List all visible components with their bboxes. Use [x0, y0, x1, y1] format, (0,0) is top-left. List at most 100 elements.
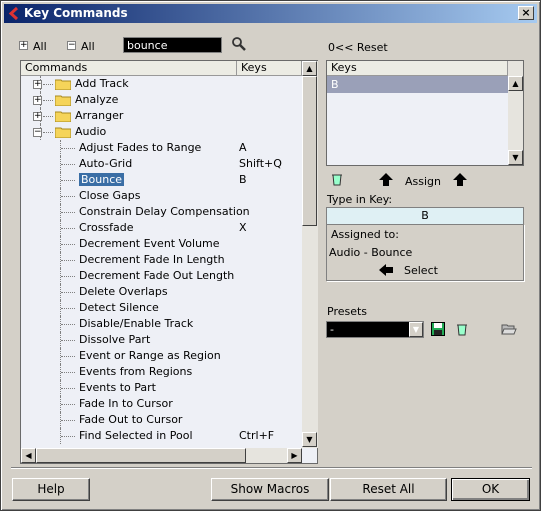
expand-toggle-icon[interactable]: + — [33, 96, 42, 105]
scroll-up-arrow-icon[interactable]: ▲ — [302, 61, 317, 76]
tree-folder-row[interactable]: − Audio — [21, 124, 302, 140]
tree-command-label: Find Selected in Pool — [79, 429, 193, 442]
tree-command-key: Ctrl+F — [239, 429, 275, 442]
tree-command-row[interactable]: Events to Part — [21, 380, 302, 396]
expand-toggle-icon[interactable]: + — [33, 80, 42, 89]
cubase-logo-icon — [8, 7, 19, 20]
column-header-commands[interactable]: Commands — [21, 61, 237, 76]
keys-list-header: Keys — [327, 61, 508, 76]
tree-command-label: Event or Range as Region — [79, 349, 221, 362]
tree-command-label: Decrement Fade In Length — [79, 253, 225, 266]
tree-folder-label: Analyze — [75, 93, 119, 106]
tree-command-row[interactable]: Fade Out to Cursor — [21, 412, 302, 428]
keys-list-item[interactable]: B — [327, 76, 508, 93]
tree-rows: + Add Track + Analyze + Arranger − Audio… — [21, 76, 302, 448]
delete-preset-icon[interactable] — [455, 322, 469, 336]
column-header-keys[interactable]: Keys — [237, 61, 302, 76]
tree-command-key: X — [239, 221, 247, 234]
footer-divider — [11, 467, 532, 469]
assign-up-arrow-right-icon[interactable] — [453, 173, 467, 186]
folder-icon — [55, 127, 71, 138]
tree-command-row[interactable]: Dissolve Part — [21, 332, 302, 348]
tree-command-label: Decrement Fade Out Length — [79, 269, 235, 282]
minus-box-icon: − — [67, 40, 76, 50]
folder-icon — [55, 79, 71, 90]
reset-button[interactable]: 0<< Reset — [328, 41, 388, 54]
tree-command-label: Fade Out to Cursor — [79, 413, 183, 426]
tree-command-row[interactable]: Events from Regions — [21, 364, 302, 380]
window-title: Key Commands — [24, 6, 128, 20]
tree-vertical-scrollbar[interactable]: ▲ ▼ — [302, 61, 318, 448]
tree-horizontal-scrollbar[interactable]: ◀ ▶ — [21, 448, 302, 463]
presets-select-value: - — [330, 323, 334, 336]
tree-command-label: Adjust Fades to Range — [79, 141, 202, 154]
assigned-to-label: Assigned to: — [331, 228, 399, 241]
presets-label: Presets — [327, 305, 368, 318]
keys-scroll-down-icon[interactable]: ▼ — [508, 150, 523, 165]
close-button[interactable]: × — [518, 6, 534, 20]
key-input-field[interactable]: B — [326, 207, 524, 225]
key-commands-window: Key Commands × + All − All 0<< Reset Com… — [0, 0, 541, 511]
assigned-to-panel: Assigned to: Audio - Bounce Select — [326, 224, 524, 281]
presets-select[interactable]: - ▼ — [326, 321, 424, 338]
tree-command-row[interactable]: Crossfade X — [21, 220, 302, 236]
type-in-key-label: Type in Key: — [327, 193, 393, 206]
assign-up-arrow-icon[interactable] — [379, 173, 393, 186]
tree-command-row[interactable]: Disable/Enable Track — [21, 316, 302, 332]
collapse-all-label: All — [81, 40, 95, 53]
tree-command-row[interactable]: Decrement Fade In Length — [21, 252, 302, 268]
folder-icon — [55, 111, 71, 122]
remove-key-icon[interactable] — [330, 172, 344, 186]
tree-command-row[interactable]: Decrement Fade Out Length — [21, 268, 302, 284]
tree-command-label: Close Gaps — [79, 189, 141, 202]
assigned-to-value: Audio - Bounce — [329, 246, 413, 259]
tree-command-row[interactable]: Adjust Fades to Range A — [21, 140, 302, 156]
collapse-all-button[interactable]: − All — [67, 40, 97, 53]
assign-button[interactable]: Assign — [405, 175, 441, 188]
keys-list: Keys B ▲ ▼ — [326, 60, 524, 166]
expand-all-label: All — [33, 40, 47, 53]
keys-scroll-up-icon[interactable]: ▲ — [508, 76, 523, 91]
tree-command-row[interactable]: Delete Overlaps — [21, 284, 302, 300]
scroll-down-arrow-icon[interactable]: ▼ — [302, 432, 317, 447]
scroll-left-arrow-icon[interactable]: ◀ — [21, 448, 36, 463]
select-button[interactable]: Select — [404, 264, 438, 277]
chevron-down-icon[interactable]: ▼ — [409, 322, 423, 337]
expand-toggle-icon[interactable]: + — [33, 112, 42, 121]
expand-all-button[interactable]: + All — [19, 40, 49, 53]
tree-command-row[interactable]: Decrement Event Volume — [21, 236, 302, 252]
folder-icon — [55, 95, 71, 106]
tree-command-row[interactable]: Detect Silence — [21, 300, 302, 316]
scroll-right-arrow-icon[interactable]: ▶ — [287, 448, 302, 463]
tree-command-row[interactable]: Find Selected in Pool Ctrl+F — [21, 428, 302, 444]
tree-command-row[interactable]: Bounce B — [21, 172, 302, 188]
command-tree: Commands Keys + Add Track + Analyze + Ar… — [20, 60, 318, 464]
select-left-arrow-icon[interactable] — [379, 264, 393, 276]
tree-command-label: Bounce — [79, 173, 125, 186]
collapse-toggle-icon[interactable]: − — [33, 128, 42, 137]
tree-folder-row[interactable]: + Analyze — [21, 92, 302, 108]
help-button[interactable]: Help — [12, 478, 90, 501]
scroll-thumb[interactable] — [302, 76, 317, 226]
tree-command-row[interactable]: Event or Range as Region — [21, 348, 302, 364]
key-input-value: B — [421, 209, 429, 222]
horizontal-scroll-thumb[interactable] — [36, 448, 246, 463]
save-preset-icon[interactable] — [431, 322, 445, 336]
open-folder-icon[interactable] — [501, 322, 517, 336]
tree-command-row[interactable]: Fade In to Cursor — [21, 396, 302, 412]
show-macros-button[interactable]: Show Macros — [211, 478, 329, 501]
search-icon[interactable] — [231, 36, 247, 52]
ok-button[interactable]: OK — [451, 478, 530, 501]
tree-command-label: Decrement Event Volume — [79, 237, 220, 250]
tree-command-row[interactable]: Constrain Delay Compensation — [21, 204, 302, 220]
tree-folder-row[interactable]: + Add Track — [21, 76, 302, 92]
tree-command-label: Fade In to Cursor — [79, 397, 173, 410]
tree-folder-label: Audio — [75, 125, 107, 138]
tree-command-label: Events to Part — [79, 381, 156, 394]
reset-all-button[interactable]: Reset All — [330, 478, 447, 501]
search-input[interactable] — [123, 37, 222, 53]
tree-command-row[interactable]: Close Gaps — [21, 188, 302, 204]
tree-command-row[interactable]: Auto-Grid Shift+Q — [21, 156, 302, 172]
tree-folder-row[interactable]: + Arranger — [21, 108, 302, 124]
keys-list-scrollbar[interactable]: ▲ ▼ — [508, 61, 523, 165]
